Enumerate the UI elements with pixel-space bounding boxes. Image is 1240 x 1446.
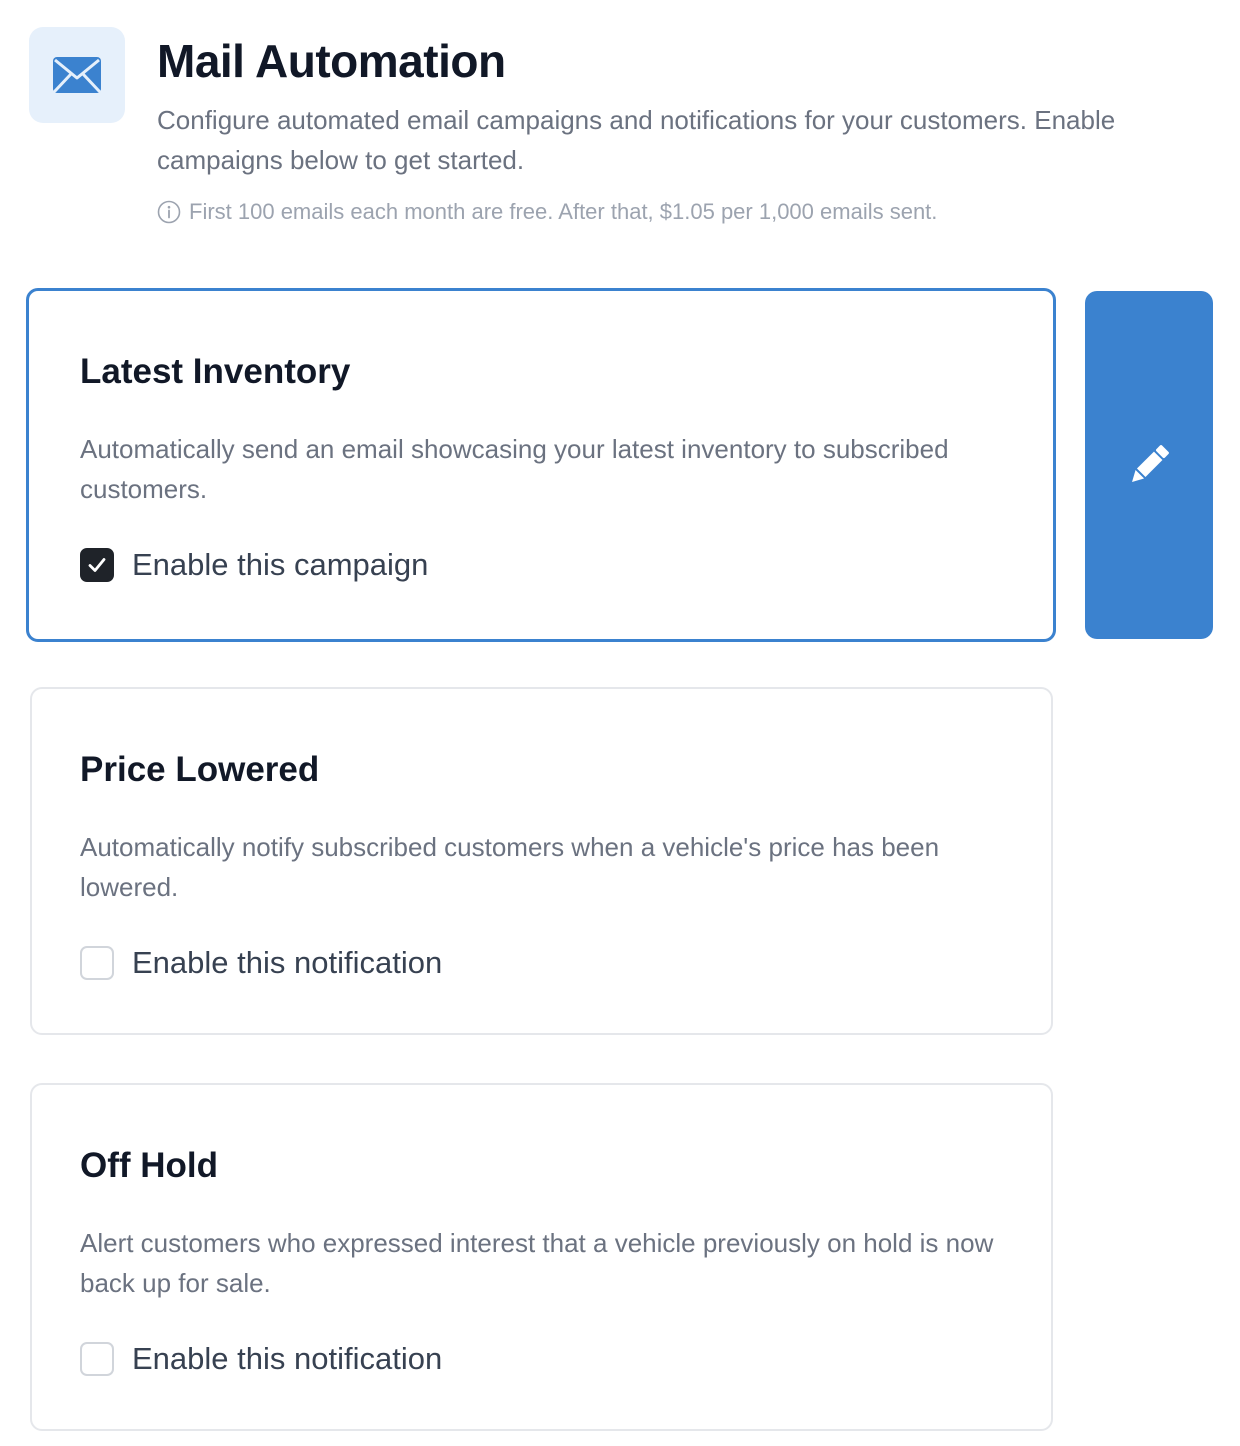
campaign-title: Price Lowered bbox=[80, 750, 320, 789]
pencil-icon bbox=[1132, 445, 1169, 482]
campaign-title: Off Hold bbox=[80, 1146, 219, 1185]
enable-notification-checkbox-row[interactable]: Enable this notification bbox=[80, 1339, 1003, 1379]
page-description: Configure automated email campaigns and … bbox=[157, 105, 1116, 175]
mail-icon-tile bbox=[29, 27, 125, 123]
checkmark-icon bbox=[88, 558, 106, 572]
campaign-description: Automatically send an email showcasing y… bbox=[80, 434, 949, 504]
campaign-card-latest-inventory[interactable]: Latest Inventory Automatically send an e… bbox=[26, 288, 1056, 642]
mail-automation-page: Mail Automation Configure automated emai… bbox=[0, 0, 1240, 1446]
campaign-title: Latest Inventory bbox=[80, 352, 351, 391]
envelope-icon bbox=[53, 57, 101, 93]
pricing-note: First 100 emails each month are free. Af… bbox=[157, 197, 937, 227]
enable-notification-checkbox-row[interactable]: Enable this notification bbox=[80, 943, 1003, 983]
campaign-card-off-hold[interactable]: Off Hold Alert customers who expressed i… bbox=[30, 1083, 1053, 1431]
enable-campaign-label: Enable this campaign bbox=[132, 547, 429, 582]
pricing-note-text: First 100 emails each month are free. Af… bbox=[189, 199, 938, 224]
enable-notification-checkbox[interactable] bbox=[80, 946, 114, 980]
enable-notification-label: Enable this notification bbox=[132, 945, 443, 980]
enable-notification-label: Enable this notification bbox=[132, 1341, 443, 1376]
enable-campaign-checkbox[interactable] bbox=[80, 548, 114, 582]
enable-campaign-checkbox-row[interactable]: Enable this campaign bbox=[80, 545, 1005, 585]
campaign-description: Alert customers who expressed interest t… bbox=[80, 1228, 994, 1298]
edit-campaign-button[interactable] bbox=[1085, 291, 1213, 639]
page-title: Mail Automation bbox=[157, 35, 506, 87]
enable-notification-checkbox[interactable] bbox=[80, 1342, 114, 1376]
campaign-description: Automatically notify subscribed customer… bbox=[80, 832, 940, 902]
campaign-card-price-lowered[interactable]: Price Lowered Automatically notify subsc… bbox=[30, 687, 1053, 1035]
info-icon bbox=[157, 200, 181, 224]
